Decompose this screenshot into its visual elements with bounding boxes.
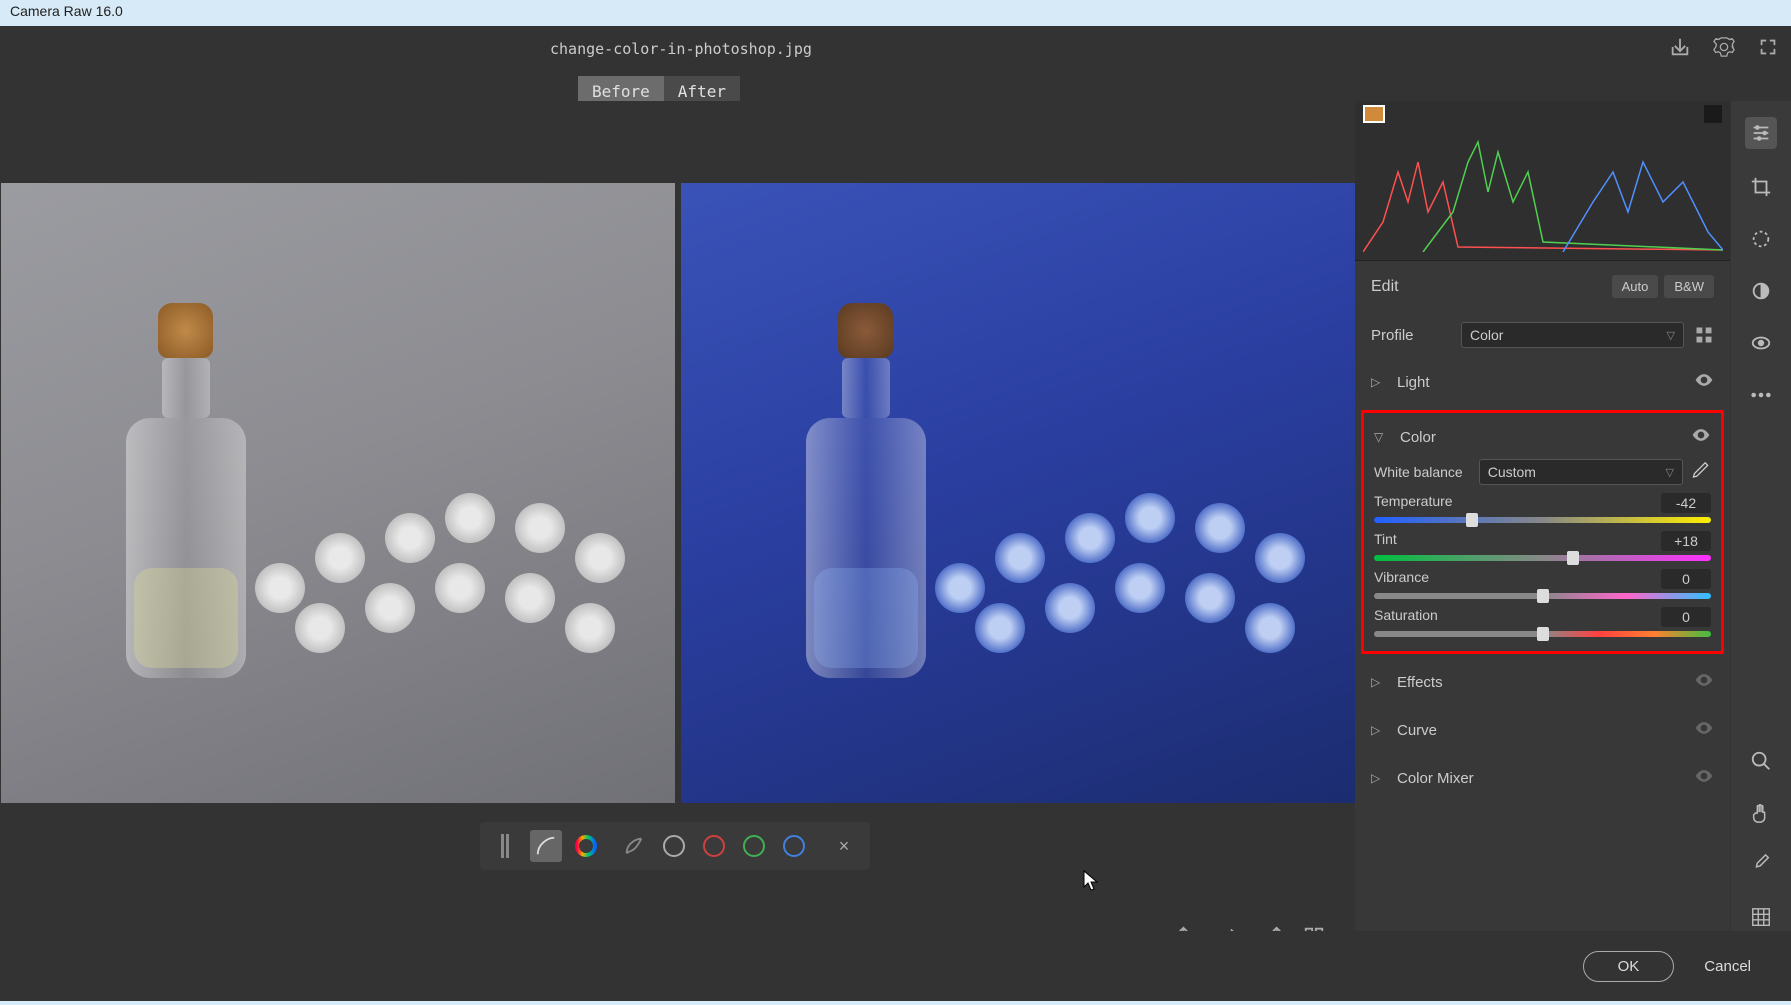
preview-area[interactable] xyxy=(0,101,1355,814)
snapshot-circle-blue[interactable] xyxy=(778,830,810,862)
snapshot-circle-red[interactable] xyxy=(698,830,730,862)
section-effects[interactable]: ▷ Effects xyxy=(1355,658,1730,706)
app-title: Camera Raw 16.0 xyxy=(10,3,123,19)
tint-value[interactable]: +18 xyxy=(1661,531,1711,551)
histogram-clip-shadow-icon[interactable] xyxy=(1363,105,1385,123)
white-balance-value: Custom xyxy=(1488,464,1536,480)
edit-title: Edit xyxy=(1371,278,1606,296)
temperature-value[interactable]: -42 xyxy=(1661,493,1711,513)
chevron-down-icon: ▽ xyxy=(1667,329,1675,342)
tint-label: Tint xyxy=(1374,531,1397,551)
eyedropper-icon[interactable] xyxy=(1691,462,1711,482)
ok-button[interactable]: OK xyxy=(1583,951,1675,982)
section-color[interactable]: ▽ Color xyxy=(1374,421,1711,459)
zoom-icon[interactable] xyxy=(1747,747,1775,775)
settings-gear-icon[interactable] xyxy=(1713,36,1735,63)
snapshot-circle-gray[interactable] xyxy=(658,830,690,862)
chevron-down-icon: ▽ xyxy=(1374,430,1390,444)
section-curve[interactable]: ▷ Curve xyxy=(1355,706,1730,754)
profile-select[interactable]: Color ▽ xyxy=(1461,322,1684,348)
white-balance-label: White balance xyxy=(1374,464,1463,480)
auto-button[interactable]: Auto xyxy=(1612,275,1659,298)
saturation-slider[interactable]: Saturation 0 xyxy=(1374,607,1711,637)
snapshot-colorwheel-icon[interactable] xyxy=(570,830,602,862)
saturation-value[interactable]: 0 xyxy=(1661,607,1711,627)
color-sampler-icon[interactable] xyxy=(1747,851,1775,879)
vibrance-label: Vibrance xyxy=(1374,569,1429,589)
profile-label: Profile xyxy=(1371,327,1461,344)
edit-header: Edit Auto B&W xyxy=(1355,261,1730,312)
section-light-label: Light xyxy=(1397,374,1430,391)
cancel-button[interactable]: Cancel xyxy=(1704,958,1751,975)
white-balance-select[interactable]: Custom ▽ xyxy=(1479,459,1683,485)
crop-icon[interactable] xyxy=(1747,173,1775,201)
histogram-clip-highlight-icon[interactable] xyxy=(1704,105,1722,123)
healing-icon[interactable] xyxy=(1747,225,1775,253)
vibrance-slider[interactable]: Vibrance 0 xyxy=(1374,569,1711,599)
profile-value: Color xyxy=(1470,327,1503,343)
filename-label: change-color-in-photoshop.jpg xyxy=(550,40,812,58)
section-light[interactable]: ▷ Light xyxy=(1355,358,1730,406)
tint-slider[interactable]: Tint +18 xyxy=(1374,531,1711,561)
image-before xyxy=(1,183,675,803)
image-after xyxy=(681,183,1355,803)
bw-button[interactable]: B&W xyxy=(1664,275,1714,298)
snapshot-strip: × xyxy=(480,822,870,870)
snapshot-bw-icon[interactable] xyxy=(618,830,650,862)
profile-row: Profile Color ▽ xyxy=(1355,312,1730,358)
temperature-slider[interactable]: Temperature -42 xyxy=(1374,493,1711,523)
mouse-cursor-icon xyxy=(1083,870,1099,892)
eye-icon[interactable] xyxy=(1691,425,1711,449)
edit-sliders-icon[interactable] xyxy=(1745,117,1777,149)
eye-icon[interactable] xyxy=(1694,670,1714,694)
tool-strip xyxy=(1731,101,1791,931)
redeye-icon[interactable] xyxy=(1747,329,1775,357)
chevron-right-icon: ▷ xyxy=(1371,375,1387,389)
eye-icon[interactable] xyxy=(1694,370,1714,394)
snapshot-handle-icon[interactable] xyxy=(490,830,522,862)
snapshot-close-icon[interactable]: × xyxy=(828,830,860,862)
eye-icon[interactable] xyxy=(1694,766,1714,790)
section-curve-label: Curve xyxy=(1397,722,1437,739)
save-image-icon[interactable] xyxy=(1669,36,1691,63)
temperature-label: Temperature xyxy=(1374,493,1453,513)
histogram[interactable] xyxy=(1355,101,1730,261)
section-color-highlighted: ▽ Color White balance Custom ▽ Temperatu… xyxy=(1361,410,1724,654)
hand-icon[interactable] xyxy=(1747,799,1775,827)
chevron-right-icon: ▷ xyxy=(1371,771,1387,785)
mask-icon[interactable] xyxy=(1747,277,1775,305)
section-effects-label: Effects xyxy=(1397,674,1443,691)
chevron-down-icon: ▽ xyxy=(1666,466,1674,479)
grid-icon[interactable] xyxy=(1747,903,1775,931)
fullscreen-icon[interactable] xyxy=(1757,36,1779,63)
saturation-label: Saturation xyxy=(1374,607,1438,627)
section-color-label: Color xyxy=(1400,429,1436,446)
white-balance-row: White balance Custom ▽ xyxy=(1374,459,1711,485)
section-colormixer-label: Color Mixer xyxy=(1397,770,1474,787)
chevron-right-icon: ▷ xyxy=(1371,723,1387,737)
app-header: change-color-in-photoshop.jpg xyxy=(0,26,1791,64)
window-titlebar: Camera Raw 16.0 xyxy=(0,0,1791,26)
section-colormixer[interactable]: ▷ Color Mixer xyxy=(1355,754,1730,802)
snapshot-circle-green[interactable] xyxy=(738,830,770,862)
more-icon[interactable] xyxy=(1747,381,1775,409)
profile-browser-icon[interactable] xyxy=(1694,325,1714,345)
app-window: change-color-in-photoshop.jpg Before Aft… xyxy=(0,26,1791,1001)
eye-icon[interactable] xyxy=(1694,718,1714,742)
vibrance-value[interactable]: 0 xyxy=(1661,569,1711,589)
chevron-right-icon: ▷ xyxy=(1371,675,1387,689)
snapshot-curve-icon[interactable] xyxy=(530,830,562,862)
edit-panel: Edit Auto B&W Profile Color ▽ ▷ Light ▽ … xyxy=(1355,101,1730,931)
dialog-footer: OK Cancel xyxy=(0,931,1791,1001)
